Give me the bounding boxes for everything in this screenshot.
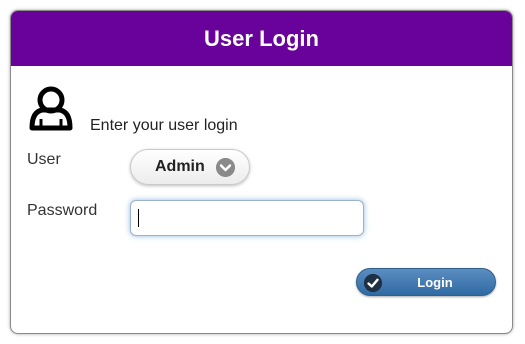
user-select[interactable]: Admin [130, 149, 250, 185]
chevron-down-icon [216, 158, 235, 177]
dialog-title: User Login [204, 25, 319, 51]
login-dialog: User Login Enter your user login User Ad… [10, 10, 513, 334]
check-icon [364, 274, 382, 292]
user-icon [29, 86, 73, 131]
password-field[interactable] [130, 200, 364, 236]
login-prompt: Enter your user login [90, 117, 238, 134]
user-select-value: Admin [155, 158, 205, 175]
login-button-label: Login [417, 274, 453, 290]
user-label: User [27, 151, 61, 168]
text-cursor [138, 209, 139, 227]
dialog-header: User Login [11, 11, 512, 66]
password-label: Password [27, 202, 98, 219]
login-button[interactable]: Login [356, 268, 496, 296]
